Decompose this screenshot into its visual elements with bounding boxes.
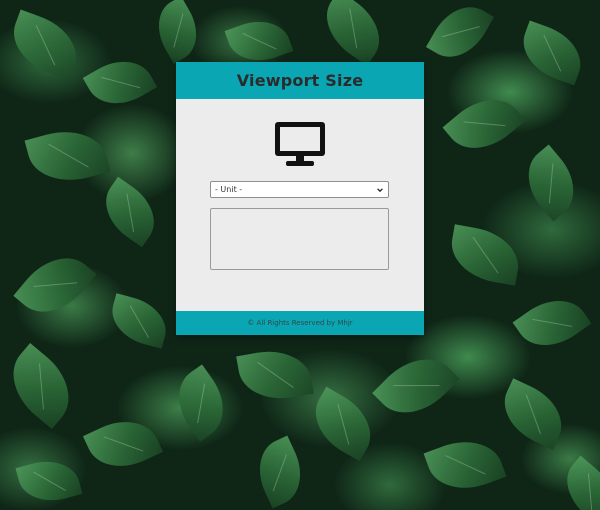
unit-select[interactable]: - Unit - [210, 181, 389, 198]
card-header: Viewport Size [176, 62, 424, 99]
result-output-box[interactable] [210, 208, 389, 270]
chevron-down-icon [377, 187, 383, 192]
footer-copyright: © All Rights Reserved by Mhjr [247, 319, 353, 327]
desktop-monitor-icon [275, 122, 325, 166]
card-body: - Unit - [176, 99, 424, 311]
page-title: Viewport Size [236, 71, 364, 90]
card-footer: © All Rights Reserved by Mhjr [176, 311, 424, 335]
unit-select-value: - Unit - [215, 185, 243, 194]
viewport-size-card: Viewport Size - Unit - © All Rights Rese… [176, 62, 424, 335]
